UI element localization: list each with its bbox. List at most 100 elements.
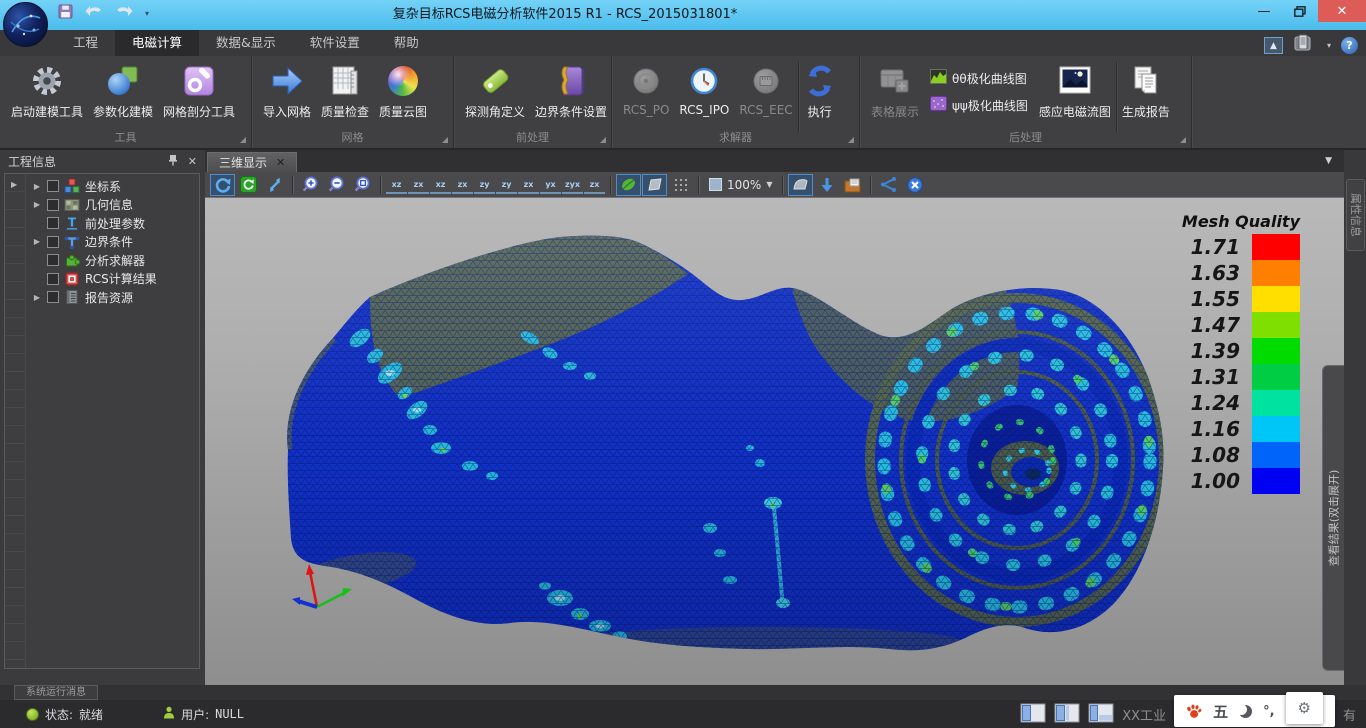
group-launcher-icon[interactable]: [240, 137, 246, 143]
menu-tab-data-display[interactable]: 数据&显示: [199, 30, 293, 56]
close-button[interactable]: ✕: [1318, 0, 1366, 22]
zoom-fit-button[interactable]: [350, 174, 375, 196]
tree-checkbox[interactable]: [47, 236, 59, 248]
app-logo-icon[interactable]: [3, 2, 48, 47]
view-axis-button[interactable]: zx: [518, 174, 539, 194]
redo-icon[interactable]: [115, 5, 133, 22]
view-axis-button[interactable]: zx: [408, 174, 429, 194]
quality-cloud-button[interactable]: 质量云图: [374, 59, 432, 120]
collapse-ribbon-icon[interactable]: ▲: [1264, 37, 1283, 54]
group-launcher-icon[interactable]: [1180, 137, 1186, 143]
parametric-modeling-button[interactable]: 参数化建模: [88, 59, 158, 120]
psi-polar-curve-button[interactable]: ψψ极化曲线图: [930, 96, 1028, 114]
import-mesh-button[interactable]: 导入网格: [258, 59, 316, 120]
generate-report-button[interactable]: 生成报告: [1117, 59, 1175, 120]
refresh-view-button[interactable]: [236, 174, 261, 196]
view-axis-button[interactable]: xz: [430, 174, 451, 194]
detect-angle-button[interactable]: 探测角定义: [460, 59, 530, 120]
shaded-render-button[interactable]: [616, 174, 641, 196]
undo-icon[interactable]: [85, 5, 103, 22]
tree-item-solver[interactable]: 分析求解器: [26, 251, 199, 270]
wireframe-points-button[interactable]: [668, 174, 693, 196]
induced-current-map-button[interactable]: 感应电磁流图: [1034, 59, 1116, 120]
zoom-in-button[interactable]: [298, 174, 323, 196]
solver-rcs-eec-button[interactable]: RCS_EEC: [734, 59, 797, 117]
tree-item-boundary-condition[interactable]: ▶ 边界条件: [26, 233, 199, 252]
view-axis-button[interactable]: zx: [584, 174, 605, 194]
layout-bottom-panel-icon[interactable]: [1088, 703, 1114, 726]
solver-rcs-po-button[interactable]: RCS_PO: [618, 59, 674, 117]
property-info-tab[interactable]: 属性信息: [1346, 179, 1365, 251]
minimize-button[interactable]: —: [1246, 0, 1282, 22]
surface-mode-button[interactable]: [788, 174, 813, 196]
expand-icon[interactable]: ▶: [32, 293, 42, 302]
view-results-tab[interactable]: 查看结果(双击展开): [1322, 365, 1344, 671]
menu-tab-project[interactable]: 工程: [56, 30, 115, 56]
launch-modeling-tool-button[interactable]: 启动建模工具: [6, 59, 88, 120]
restore-button[interactable]: [1282, 0, 1318, 22]
ime-mode-label[interactable]: 五: [1213, 701, 1228, 722]
zoom-level-select[interactable]: 100% ▼: [704, 178, 777, 192]
view-axis-button[interactable]: xz: [386, 174, 407, 194]
ime-gear-icon[interactable]: ⚙: [1286, 692, 1323, 724]
view-axis-button[interactable]: zy: [474, 174, 495, 194]
save-icon[interactable]: [58, 4, 73, 22]
system-message-tab[interactable]: 系统运行消息: [14, 685, 98, 700]
tree-checkbox[interactable]: [47, 217, 59, 229]
expand-icon[interactable]: ▶: [32, 182, 42, 191]
group-launcher-icon[interactable]: [848, 137, 854, 143]
menu-tab-help[interactable]: 帮助: [377, 30, 436, 56]
layout-left-panel-icon[interactable]: [1020, 703, 1046, 726]
rotate-view-button[interactable]: [210, 174, 235, 196]
quality-check-button[interactable]: 质量检查: [316, 59, 374, 120]
tree-checkbox[interactable]: [47, 199, 59, 211]
root-expand-icon[interactable]: ▶: [11, 180, 17, 189]
pin-icon[interactable]: [168, 154, 178, 169]
viewport-3d[interactable]: Mesh Quality 1.71 1.63 1.55 1.47 1.39 1.…: [205, 198, 1344, 685]
mesh-partition-tool-button[interactable]: 网格剖分工具: [158, 59, 240, 120]
menu-tab-settings[interactable]: 软件设置: [293, 30, 377, 56]
expand-icon[interactable]: ▶: [32, 237, 42, 246]
tree-checkbox[interactable]: [47, 273, 59, 285]
execute-button[interactable]: 执行: [799, 59, 841, 120]
tree-item-geometry-info[interactable]: ▶ 几何信息: [26, 196, 199, 215]
tree-item-rcs-results[interactable]: RCS计算结果: [26, 270, 199, 289]
capture-image-button[interactable]: [840, 174, 865, 196]
pan-zoom-button[interactable]: [262, 174, 287, 196]
tree-checkbox[interactable]: [47, 254, 59, 266]
ime-toolbar[interactable]: 五 °, ⚙: [1174, 695, 1335, 727]
punctuation-toggle[interactable]: °,: [1263, 704, 1274, 719]
close-tab-icon[interactable]: ✕: [276, 156, 285, 169]
share-link-button[interactable]: [876, 174, 901, 196]
moon-icon[interactable]: [1239, 705, 1252, 718]
qat-more-icon[interactable]: ▾: [145, 9, 149, 18]
view-axis-button[interactable]: zx: [452, 174, 473, 194]
tab-overflow-icon[interactable]: ▼: [1325, 156, 1332, 166]
zoom-out-button[interactable]: [324, 174, 349, 196]
download-arrow-button[interactable]: [814, 174, 839, 196]
view-axis-button[interactable]: zyx: [562, 174, 583, 194]
boundary-settings-button[interactable]: 边界条件设置: [530, 59, 612, 120]
group-launcher-icon[interactable]: [600, 137, 606, 143]
group-launcher-icon[interactable]: [442, 137, 448, 143]
flat-shade-button[interactable]: [642, 174, 667, 196]
expand-icon[interactable]: ▶: [32, 200, 42, 209]
tree-item-coordinate-system[interactable]: ▶ 坐标系: [26, 177, 199, 196]
close-view-button[interactable]: [902, 174, 927, 196]
device-icon[interactable]: [1293, 34, 1317, 57]
table-display-button[interactable]: 表格展示: [866, 59, 924, 120]
solver-rcs-ipo-button[interactable]: RCS_IPO: [674, 59, 734, 117]
tab-3d-display[interactable]: 三维显示 ✕: [207, 152, 297, 172]
tree-checkbox[interactable]: [47, 180, 59, 192]
tree-item-report-resources[interactable]: ▶ 报告资源: [26, 288, 199, 307]
baidu-paw-icon[interactable]: [1186, 704, 1202, 719]
layout-split-panel-icon[interactable]: [1054, 703, 1080, 726]
tree-checkbox[interactable]: [47, 291, 59, 303]
view-axis-button[interactable]: yx: [540, 174, 561, 194]
device-caret-icon[interactable]: ▾: [1327, 41, 1331, 50]
view-axis-button[interactable]: zy: [496, 174, 517, 194]
close-panel-icon[interactable]: ✕: [188, 155, 197, 168]
menu-tab-em-compute[interactable]: 电磁计算: [115, 30, 199, 56]
tree-item-preprocess-params[interactable]: T 前处理参数: [26, 214, 199, 233]
theta-polar-curve-button[interactable]: θθ极化曲线图: [930, 69, 1028, 87]
